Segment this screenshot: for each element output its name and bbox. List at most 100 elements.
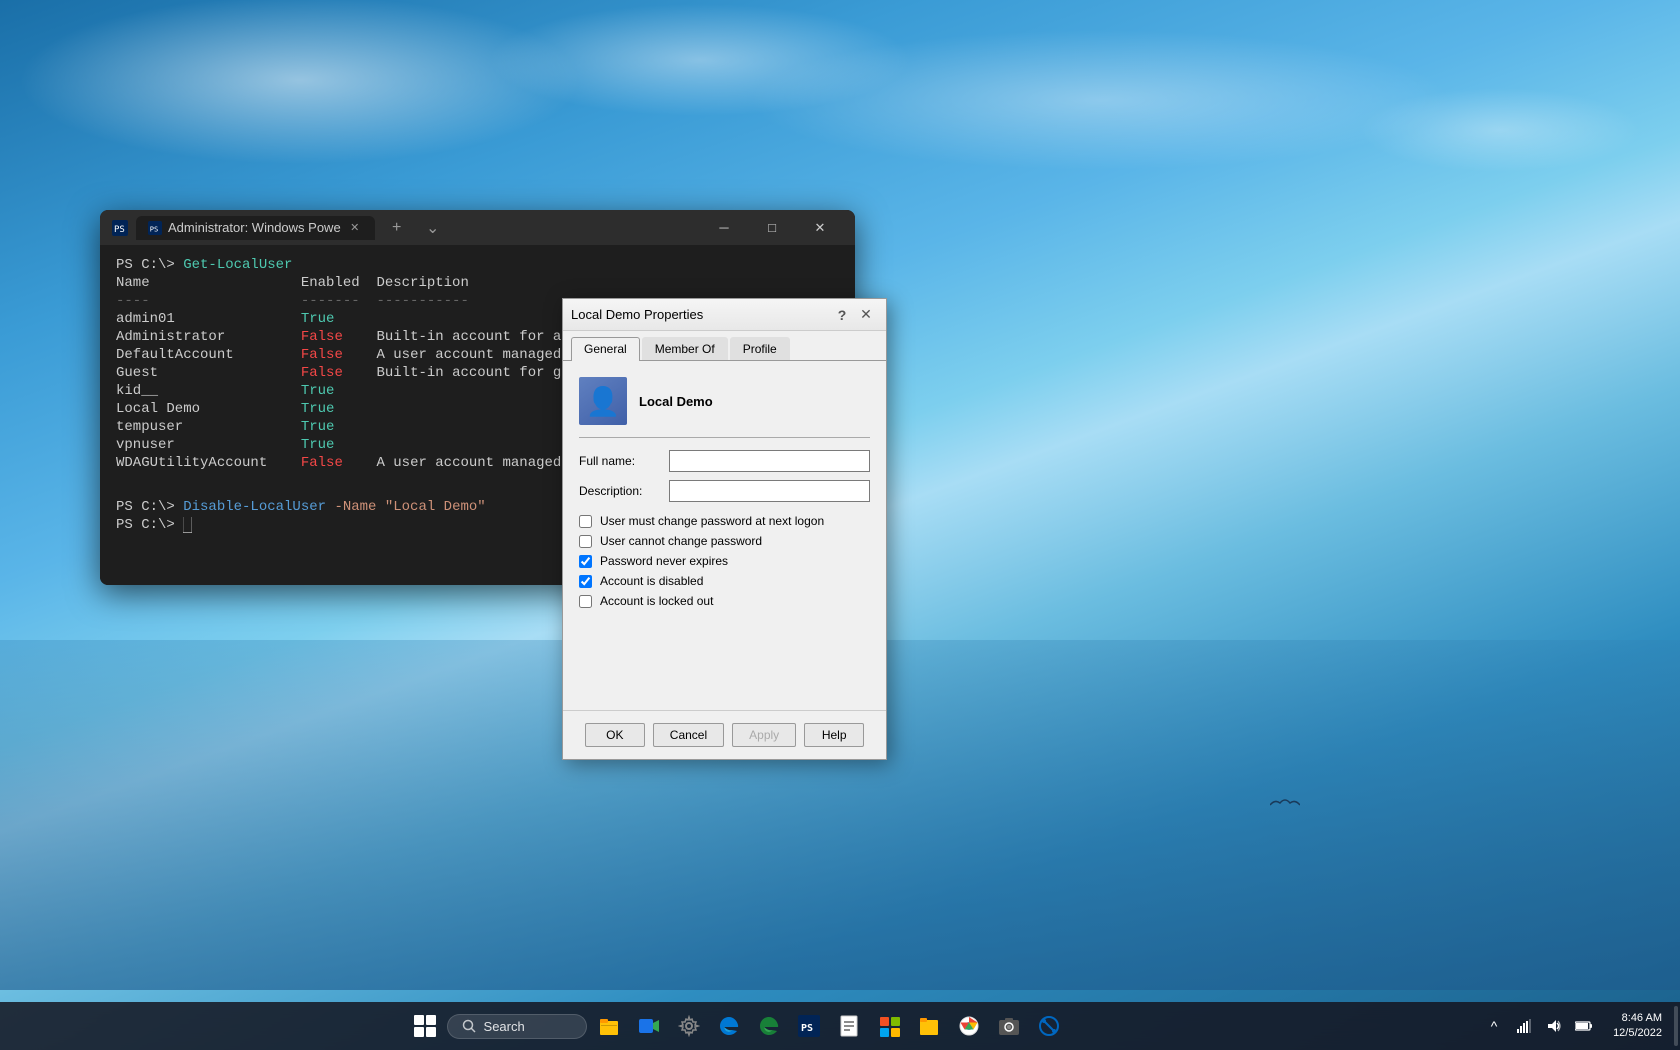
- taskbar-ps-icon[interactable]: PS: [791, 1006, 827, 1046]
- taskbar-camera-icon[interactable]: [991, 1006, 1027, 1046]
- network-icon: [1516, 1018, 1532, 1034]
- account-disabled-checkbox[interactable]: [579, 575, 592, 588]
- checkboxes-section: User must change password at next logon …: [579, 514, 870, 608]
- taskbar-settings-icon[interactable]: [671, 1006, 707, 1046]
- tray-volume-icon[interactable]: [1541, 1006, 1567, 1046]
- checkbox-locked-out: Account is locked out: [579, 594, 870, 608]
- cancel-button[interactable]: Cancel: [653, 723, 724, 747]
- search-bar[interactable]: Search: [447, 1014, 587, 1039]
- ok-button[interactable]: OK: [585, 723, 645, 747]
- dialog-title: Local Demo Properties: [571, 307, 830, 322]
- store-icon: [878, 1015, 900, 1037]
- tab-profile[interactable]: Profile: [730, 337, 790, 360]
- ps-prompt: PS C:\>: [116, 257, 183, 273]
- tray-network-icon[interactable]: [1511, 1006, 1537, 1046]
- taskbar-explorer-icon[interactable]: [911, 1006, 947, 1046]
- clock-date: 12/5/2022: [1613, 1026, 1662, 1041]
- taskbar-left: Search: [0, 1006, 1473, 1046]
- system-clock[interactable]: 8:46 AM 12/5/2022: [1605, 1011, 1670, 1042]
- svg-text:PS: PS: [801, 1023, 813, 1034]
- file-explorer-icon: [598, 1015, 620, 1037]
- checkbox-account-disabled: Account is disabled: [579, 574, 870, 588]
- full-name-input[interactable]: [669, 450, 870, 472]
- dialog-titlebar[interactable]: Local Demo Properties ? ✕: [563, 299, 886, 331]
- desktop: PS PS Administrator: Windows Powe ✕ + ⌄ …: [0, 0, 1680, 1050]
- camera-icon: [998, 1015, 1020, 1037]
- user-header: 👤 Local Demo: [579, 377, 870, 438]
- svg-text:PS: PS: [150, 225, 158, 233]
- tray-up-arrow[interactable]: ^: [1481, 1006, 1507, 1046]
- meet-icon: [638, 1015, 660, 1037]
- ps-command: Get-LocalUser: [183, 257, 292, 273]
- file-manager-icon: [918, 1015, 940, 1037]
- dialog-close-button[interactable]: ✕: [854, 303, 878, 327]
- taskbar-chrome-icon[interactable]: [951, 1006, 987, 1046]
- help-button[interactable]: Help: [804, 723, 864, 747]
- tab-member-of[interactable]: Member Of: [642, 337, 728, 360]
- windows-logo-icon: [414, 1015, 436, 1037]
- description-row: Description:: [579, 480, 870, 502]
- ps-line-1: PS C:\> Get-LocalUser: [116, 257, 839, 273]
- show-desktop-button[interactable]: [1674, 1006, 1678, 1046]
- new-tab-button[interactable]: +: [383, 214, 411, 242]
- tray-battery-icon[interactable]: [1571, 1006, 1597, 1046]
- description-label: Description:: [579, 484, 669, 498]
- dialog-footer: OK Cancel Apply Help: [563, 710, 886, 759]
- user-avatar-icon: 👤: [586, 385, 621, 418]
- taskbar-edge-icon[interactable]: [711, 1006, 747, 1046]
- cannot-change-checkbox[interactable]: [579, 535, 592, 548]
- must-change-checkbox[interactable]: [579, 515, 592, 528]
- account-disabled-label[interactable]: Account is disabled: [600, 574, 703, 588]
- search-icon: [462, 1019, 476, 1033]
- tab-ps-icon: PS: [148, 221, 162, 235]
- taskbar-store-icon[interactable]: [871, 1006, 907, 1046]
- minimize-button[interactable]: ─: [701, 210, 747, 245]
- locked-out-checkbox[interactable]: [579, 595, 592, 608]
- ps-window-icon: PS: [112, 220, 128, 236]
- maximize-button[interactable]: □: [749, 210, 795, 245]
- tab-dropdown-button[interactable]: ⌄: [419, 214, 447, 242]
- description-input[interactable]: [669, 480, 870, 502]
- edge-dev-icon: [758, 1015, 780, 1037]
- taskbar-script-icon[interactable]: [831, 1006, 867, 1046]
- snipping-tool-icon: [1038, 1015, 1060, 1037]
- taskbar-meet-icon[interactable]: [631, 1006, 667, 1046]
- taskbar-snip-icon[interactable]: [1031, 1006, 1067, 1046]
- window-titlebar[interactable]: PS PS Administrator: Windows Powe ✕ + ⌄ …: [100, 210, 855, 245]
- close-button[interactable]: ✕: [797, 210, 843, 245]
- never-expires-label[interactable]: Password never expires: [600, 554, 728, 568]
- volume-icon: [1546, 1018, 1562, 1034]
- full-name-label: Full name:: [579, 454, 669, 468]
- full-name-row: Full name:: [579, 450, 870, 472]
- locked-out-label[interactable]: Account is locked out: [600, 594, 713, 608]
- settings-icon: [678, 1015, 700, 1037]
- taskbar: Search: [0, 1002, 1680, 1050]
- start-button[interactable]: [407, 1006, 443, 1046]
- edge-icon: [718, 1015, 740, 1037]
- clock-time: 8:46 AM: [1622, 1011, 1662, 1026]
- spacer: [579, 614, 870, 694]
- never-expires-checkbox[interactable]: [579, 555, 592, 568]
- must-change-label[interactable]: User must change password at next logon: [600, 514, 824, 528]
- user-avatar: 👤: [579, 377, 627, 425]
- svg-text:PS: PS: [114, 225, 125, 235]
- dialog-help-button[interactable]: ?: [830, 303, 854, 327]
- cannot-change-label[interactable]: User cannot change password: [600, 534, 762, 548]
- taskbar-edge2-icon[interactable]: [751, 1006, 787, 1046]
- dialog-tabs: General Member Of Profile: [563, 331, 886, 361]
- taskbar-files-icon[interactable]: [591, 1006, 627, 1046]
- battery-icon: [1575, 1020, 1593, 1032]
- bird-decoration: [1270, 795, 1300, 815]
- checkbox-cannot-change: User cannot change password: [579, 534, 870, 548]
- user-avatar-bg: 👤: [579, 377, 627, 425]
- powershell-taskbar-icon: PS: [798, 1015, 820, 1037]
- ps-header-line: Name Enabled Description: [116, 275, 839, 291]
- user-display-name: Local Demo: [639, 394, 713, 409]
- tab-general[interactable]: General: [571, 337, 640, 361]
- window-tab[interactable]: PS Administrator: Windows Powe ✕: [136, 216, 375, 240]
- apply-button[interactable]: Apply: [732, 723, 796, 747]
- properties-dialog: Local Demo Properties ? ✕ General Member…: [562, 298, 887, 760]
- tab-close-button[interactable]: ✕: [347, 220, 363, 236]
- chrome-icon: [958, 1015, 980, 1037]
- dialog-body: 👤 Local Demo Full name: Description: Use…: [563, 361, 886, 710]
